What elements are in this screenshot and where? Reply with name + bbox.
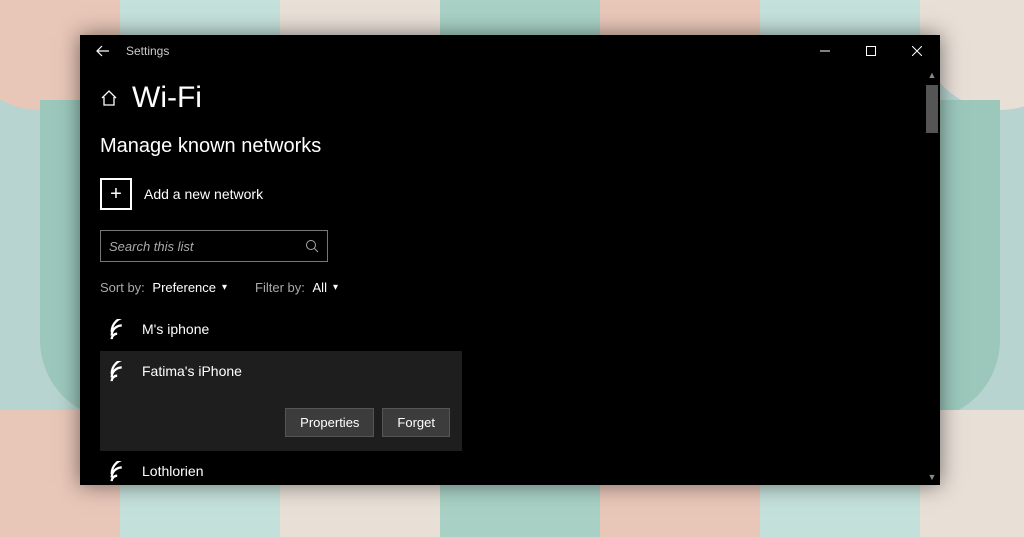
minimize-icon	[820, 46, 830, 56]
properties-button[interactable]: Properties	[285, 408, 374, 437]
scrollbar[interactable]: ▲ ▼	[924, 67, 940, 485]
window-controls	[802, 35, 940, 67]
wifi-icon	[108, 319, 130, 341]
maximize-icon	[866, 46, 876, 56]
minimize-button[interactable]	[802, 35, 848, 67]
titlebar: Settings	[80, 35, 940, 67]
back-button[interactable]	[88, 35, 118, 67]
home-icon[interactable]	[100, 89, 118, 107]
network-list: M's iphone Fatima's iPhone Properties Fo…	[100, 309, 920, 485]
chevron-down-icon: ▾	[222, 282, 227, 293]
search-input-container[interactable]	[100, 230, 328, 262]
close-button[interactable]	[894, 35, 940, 67]
scroll-down-button[interactable]: ▼	[924, 469, 940, 485]
sort-by-dropdown[interactable]: Sort by: Preference ▾	[100, 280, 227, 295]
forget-button[interactable]: Forget	[382, 408, 450, 437]
wifi-icon	[108, 461, 130, 483]
page-subheading: Manage known networks	[100, 135, 920, 158]
network-name: Lothlorien	[142, 463, 204, 479]
page-heading: Wi-Fi	[100, 81, 920, 115]
sort-label: Sort by:	[100, 280, 145, 295]
plus-icon: +	[100, 178, 132, 210]
network-name: Fatima's iPhone	[142, 363, 242, 379]
page-title: Wi-Fi	[132, 81, 202, 115]
network-name: M's iphone	[142, 321, 209, 337]
add-network-label: Add a new network	[144, 186, 263, 202]
window-title: Settings	[126, 44, 169, 58]
search-input[interactable]	[109, 239, 305, 254]
search-icon	[305, 239, 319, 253]
network-item[interactable]: Lothlorien	[100, 451, 462, 485]
content-area: Wi-Fi Manage known networks + Add a new …	[80, 67, 940, 485]
filter-value: All	[313, 280, 327, 295]
filter-label: Filter by:	[255, 280, 305, 295]
sort-value: Preference	[152, 280, 216, 295]
close-icon	[912, 46, 922, 56]
add-network-button[interactable]: + Add a new network	[100, 178, 263, 210]
maximize-button[interactable]	[848, 35, 894, 67]
scroll-up-button[interactable]: ▲	[924, 67, 940, 83]
filters-row: Sort by: Preference ▾ Filter by: All ▾	[100, 280, 920, 295]
chevron-down-icon: ▾	[333, 282, 338, 293]
network-item-selected[interactable]: Fatima's iPhone Properties Forget	[100, 351, 462, 451]
home-icon-svg	[100, 89, 118, 107]
scrollbar-thumb[interactable]	[926, 85, 938, 133]
filter-by-dropdown[interactable]: Filter by: All ▾	[255, 280, 338, 295]
network-actions: Properties Forget	[285, 408, 450, 437]
network-item[interactable]: M's iphone	[100, 309, 462, 351]
wifi-icon	[108, 361, 130, 383]
arrow-left-icon	[96, 44, 110, 58]
settings-window: Settings Wi-Fi Manage known networks +	[80, 35, 940, 485]
